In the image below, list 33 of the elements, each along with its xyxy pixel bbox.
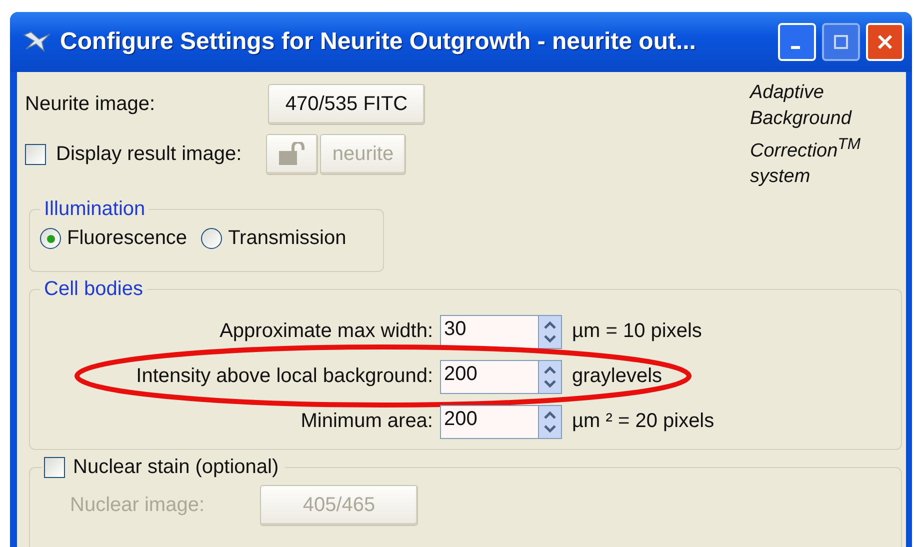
radio-button[interactable] xyxy=(40,228,61,249)
field-label: Approximate max width: xyxy=(218,320,434,343)
illumination-legend: Illumination xyxy=(40,198,150,221)
number-field[interactable]: 30 xyxy=(440,314,538,348)
window-title: Configure Settings for Neurite Outgrowth - neurite out... xyxy=(60,28,697,56)
radio-button[interactable] xyxy=(201,228,222,249)
radio-label: Fluorescence xyxy=(67,227,188,250)
number-field[interactable]: 200 xyxy=(440,360,538,394)
unit-label: µm ² = 20 pixels xyxy=(572,410,714,433)
minimize-button[interactable] xyxy=(778,23,816,61)
maximize-icon xyxy=(831,32,851,52)
unit-label: graylevels xyxy=(572,365,662,388)
spin-button[interactable] xyxy=(538,360,562,394)
neurite-image-label: Neurite image: xyxy=(25,92,156,116)
adaptive-background-note: Adaptive Background Correction$^{TM}$ system xyxy=(748,81,861,190)
display-result-label: Display result image: xyxy=(56,142,243,166)
neurite-image-button[interactable]: 470/535 FITC xyxy=(268,84,425,124)
nuclear-stain-label: Nuclear stain (optional) xyxy=(73,456,279,479)
maximize-button[interactable] xyxy=(822,23,860,61)
spin-button[interactable] xyxy=(538,404,562,438)
lock-icon xyxy=(277,142,307,166)
minimize-icon xyxy=(790,46,800,48)
field-label: Minimum area: xyxy=(300,410,434,433)
radio-label: Transmission xyxy=(228,227,346,250)
nuclear-image-label: Nuclear image: xyxy=(70,494,206,517)
close-button[interactable] xyxy=(866,23,904,61)
cell-bodies-legend: Cell bodies xyxy=(40,278,147,301)
number-field[interactable]: 200 xyxy=(440,404,538,438)
field-label: Intensity above local background: xyxy=(135,365,434,388)
unit-label: µm = 10 pixels xyxy=(572,320,702,343)
app-icon xyxy=(22,31,52,53)
close-icon xyxy=(875,32,895,52)
spin-button[interactable] xyxy=(538,314,562,348)
